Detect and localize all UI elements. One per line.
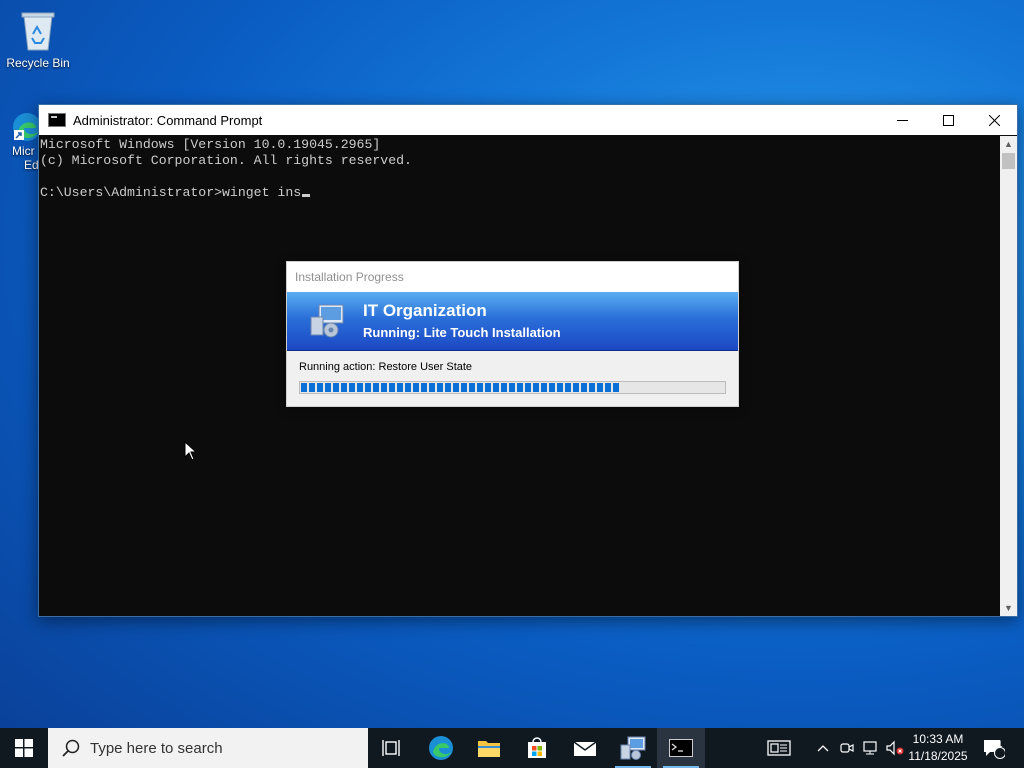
edge-icon (429, 736, 453, 760)
clock-date: 11/18/2025 (908, 749, 968, 763)
edge-label-line1: Micr (12, 144, 35, 158)
search-placeholder: Type here to search (90, 739, 223, 757)
search-icon (62, 739, 80, 757)
windows-logo-icon (15, 739, 33, 757)
install-progress-bar (299, 381, 726, 394)
current-action-text: Running action: Restore User State (299, 361, 473, 373)
console-line: (c) Microsoft Corporation. All rights re… (40, 153, 412, 168)
system-clock[interactable]: 10:33 AM 11/18/2025 (902, 731, 974, 765)
taskbar-edge[interactable] (417, 728, 465, 768)
clock-time: 10:33 AM (912, 732, 964, 746)
text-cursor (302, 194, 311, 197)
start-button[interactable] (0, 728, 48, 768)
network-button[interactable] (860, 728, 882, 768)
scroll-down-arrow-icon[interactable]: ▼ (1000, 600, 1017, 616)
task-view-icon (382, 740, 400, 756)
mouse-pointer-icon (184, 441, 198, 461)
chevron-up-icon (817, 745, 829, 752)
taskbar-search-box[interactable]: Type here to search (48, 728, 368, 768)
command-prompt-icon (669, 739, 693, 757)
taskbar: Type here to search 10:33 AM 11/18/2025 … (0, 728, 1024, 768)
taskbar-mail[interactable] (561, 728, 609, 768)
cmd-app-icon (48, 113, 66, 127)
window-titlebar[interactable]: Administrator: Command Prompt (39, 105, 1017, 135)
organization-name: IT Organization (363, 301, 487, 320)
taskbar-command-prompt[interactable] (657, 728, 705, 768)
meet-now-icon (840, 743, 854, 753)
show-hidden-icons-button[interactable] (812, 728, 834, 768)
vertical-scrollbar[interactable]: ▲ ▼ (1000, 136, 1017, 616)
taskbar-store[interactable] (513, 728, 561, 768)
install-status: Running: Lite Touch Installation (363, 325, 561, 340)
news-widget-button[interactable] (760, 728, 798, 768)
console-command: C:\Users\Administrator>winget ins (40, 185, 302, 200)
meet-now-button[interactable] (836, 728, 858, 768)
desktop-icon-recycle-bin[interactable]: Recycle Bin (2, 8, 74, 70)
scroll-up-arrow-icon[interactable]: ▲ (1000, 136, 1017, 152)
folder-icon (478, 741, 500, 757)
close-icon (988, 114, 1000, 126)
computer-setup-icon (620, 736, 646, 760)
maximize-button[interactable] (925, 105, 971, 135)
console-line: Microsoft Windows [Version 10.0.19045.29… (40, 137, 381, 152)
recycle-bin-icon (18, 8, 58, 52)
store-icon (528, 737, 546, 758)
edge-label-line2: Ed (24, 158, 39, 172)
mail-icon (573, 741, 597, 756)
minimize-button[interactable] (879, 105, 925, 135)
progress-fill (301, 383, 620, 392)
installation-progress-dialog[interactable]: Installation Progress IT Organization Ru… (286, 261, 739, 407)
taskbar-file-explorer[interactable] (465, 728, 513, 768)
network-icon (863, 741, 877, 755)
notification-center-button[interactable]: 1 (978, 728, 1008, 768)
dialog-title: Installation Progress (287, 262, 738, 292)
minimize-icon (896, 119, 908, 121)
computer-setup-icon (310, 304, 344, 338)
notification-count: 1 (997, 739, 1003, 749)
recycle-bin-label: Recycle Bin (6, 56, 70, 70)
maximize-icon (942, 114, 954, 126)
news-icon (767, 740, 791, 756)
taskbar-deployment-wizard[interactable] (609, 728, 657, 768)
dialog-banner: IT Organization Running: Lite Touch Inst… (287, 292, 738, 351)
console-prompt-line: C:\Users\Administrator>winget ins (40, 185, 998, 201)
scrollbar-thumb[interactable] (1002, 153, 1015, 169)
desktop-icon-edge[interactable]: Micr Ed (0, 112, 41, 172)
task-view-button[interactable] (368, 728, 416, 768)
close-button[interactable] (971, 105, 1017, 135)
window-title: Administrator: Command Prompt (73, 112, 263, 128)
